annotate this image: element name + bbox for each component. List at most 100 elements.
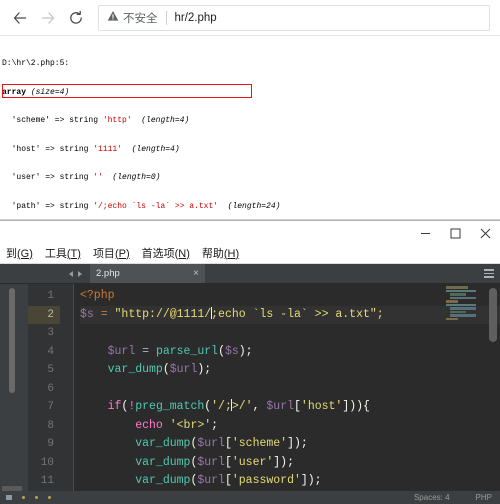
code-editor[interactable]: 12345678910111213 <?php$s = "http://@111… — [0, 284, 500, 504]
maximize-button[interactable] — [440, 221, 470, 245]
dump-header: D:\hr\2.php:5: — [2, 59, 70, 68]
code-token: echo — [135, 418, 163, 432]
tab-2-php[interactable]: 2.php × — [90, 264, 205, 283]
code-token: $url — [197, 474, 225, 487]
tab-list-menu-icon[interactable] — [478, 264, 500, 283]
editor-left-rail[interactable] — [0, 284, 28, 504]
tab-label: 2.php — [96, 268, 120, 279]
warning-triangle-icon — [107, 9, 119, 27]
code-token: ( — [218, 344, 225, 358]
menu-bar: 到(G) 工具(T) 项目(P) 首选项(N) 帮助(H) — [0, 245, 500, 264]
code-token: var_dump — [135, 437, 191, 450]
dump-row-key: 'path' => string — [2, 201, 94, 211]
minimap-scrollbar[interactable] — [489, 288, 497, 342]
code-token: [ — [224, 437, 232, 450]
code-token: var_dump — [135, 455, 191, 469]
minimize-button[interactable] — [410, 221, 440, 245]
dump-row-value: 'http' — [102, 116, 132, 125]
code-line[interactable]: $url = parse_url($s); — [80, 343, 500, 362]
code-token: = — [100, 307, 108, 321]
line-number: 1 — [47, 290, 54, 302]
code-content[interactable]: <?php $s = "http://@1111/;echo `ls -la` >… — [74, 284, 500, 504]
line-number: 6 — [47, 382, 54, 395]
code-line[interactable]: <?php — [80, 287, 500, 306]
menu-item-help[interactable]: 帮助(H) — [196, 245, 245, 264]
code-token: 'password' — [231, 474, 301, 487]
code-token: [ — [224, 474, 232, 487]
code-token: <?php — [80, 289, 115, 302]
back-button[interactable] — [6, 4, 34, 32]
dump-row-key: 'user' => string — [2, 173, 94, 182]
forward-button[interactable] — [34, 4, 62, 32]
tab-scroll-arrows[interactable] — [60, 264, 90, 283]
close-button[interactable] — [470, 221, 500, 245]
dump-row-value: '/;echo `ls -la` >> a.txt' — [93, 201, 219, 211]
menu-item-tools[interactable]: 工具(T) — [39, 245, 87, 264]
status-spaces[interactable]: Spaces: 4 — [414, 493, 450, 502]
code-fold-column[interactable] — [60, 284, 74, 504]
tab-next-icon[interactable] — [77, 270, 82, 277]
code-token: var_dump — [135, 474, 191, 487]
tab-prev-icon[interactable] — [68, 270, 73, 277]
code-line[interactable]: echo '<br>'; — [80, 417, 500, 436]
tab-bar-left-gutter — [0, 264, 60, 283]
line-number: 2 — [28, 305, 60, 324]
omnibox-separator — [165, 10, 167, 25]
code-token: 'user' — [231, 455, 274, 469]
line-number-gutter: 12345678910111213 — [28, 284, 60, 504]
dump-row-path: 'path' => string '/;echo `ls -la` >> a.t… — [2, 202, 500, 212]
menu-label: 工具 — [44, 247, 67, 260]
code-line[interactable] — [80, 324, 500, 343]
code-token: ]); — [273, 455, 294, 469]
array-keyword: array — [2, 87, 27, 97]
dump-array-declaration: array (size=4) — [2, 88, 500, 98]
reload-button[interactable] — [62, 4, 90, 32]
vertical-scrollbar-thumb[interactable] — [9, 288, 15, 393]
minimize-icon — [420, 228, 431, 239]
code-minimap[interactable] — [444, 286, 482, 344]
code-token: $url — [107, 344, 136, 358]
maximize-icon — [450, 228, 461, 239]
menu-item-goto[interactable]: 到(G) — [0, 245, 39, 264]
security-chip[interactable]: 不安全 — [107, 9, 158, 27]
menu-item-preferences[interactable]: 首选项(N) — [136, 245, 196, 264]
status-dot — [22, 496, 25, 499]
dump-row-length: (length=24) — [218, 201, 281, 211]
code-line[interactable] — [80, 380, 500, 399]
editor-window: 到(G) 工具(T) 项目(P) 首选项(N) 帮助(H) 2.php × 1 — [0, 220, 500, 504]
code-line[interactable]: var_dump($url['user']); — [80, 454, 500, 473]
code-line[interactable]: if(!preg_match('/;>/', $url['host'])){ — [80, 398, 500, 417]
code-token: ( — [162, 363, 170, 376]
code-token: [ — [294, 400, 301, 413]
code-line[interactable]: var_dump($url['password']); — [80, 472, 500, 491]
address-bar[interactable]: 不安全 hr/2.php — [98, 4, 490, 31]
code-token: parse_url — [155, 344, 219, 358]
url-text: hr/2.php — [174, 11, 217, 24]
code-token: >/' — [231, 400, 253, 413]
code-token: $s — [224, 344, 239, 358]
code-token: ]); — [300, 474, 322, 487]
code-line[interactable]: var_dump($url); — [80, 361, 500, 380]
code-token: ); — [197, 363, 212, 376]
code-line[interactable]: var_dump($url['scheme']); — [80, 435, 500, 454]
code-line[interactable]: $s = "http://@1111/;echo `ls -la` >> a.t… — [80, 305, 500, 324]
status-language[interactable]: PHP — [476, 493, 492, 502]
menu-item-project[interactable]: 项目(P) — [87, 245, 136, 264]
code-token: $url — [266, 400, 295, 413]
line-number: 3 — [47, 327, 54, 339]
code-token: $url — [197, 437, 225, 450]
menu-mnemonic: (G) — [17, 247, 33, 260]
line-number: 4 — [47, 345, 54, 358]
code-token: 'scheme' — [231, 437, 288, 450]
status-bar: Spaces: 4 PHP — [0, 491, 500, 504]
code-token: = — [135, 344, 156, 358]
tab-close-icon[interactable]: × — [193, 268, 199, 279]
code-token: ; — [211, 418, 219, 432]
dump-row-value: '1111' — [93, 144, 123, 154]
arrow-left-icon — [12, 10, 28, 26]
dump-row: 'user' => string '' (length=0) — [2, 173, 500, 183]
code-token: ;echo `ls -la` >> a.txt"; — [211, 307, 384, 321]
